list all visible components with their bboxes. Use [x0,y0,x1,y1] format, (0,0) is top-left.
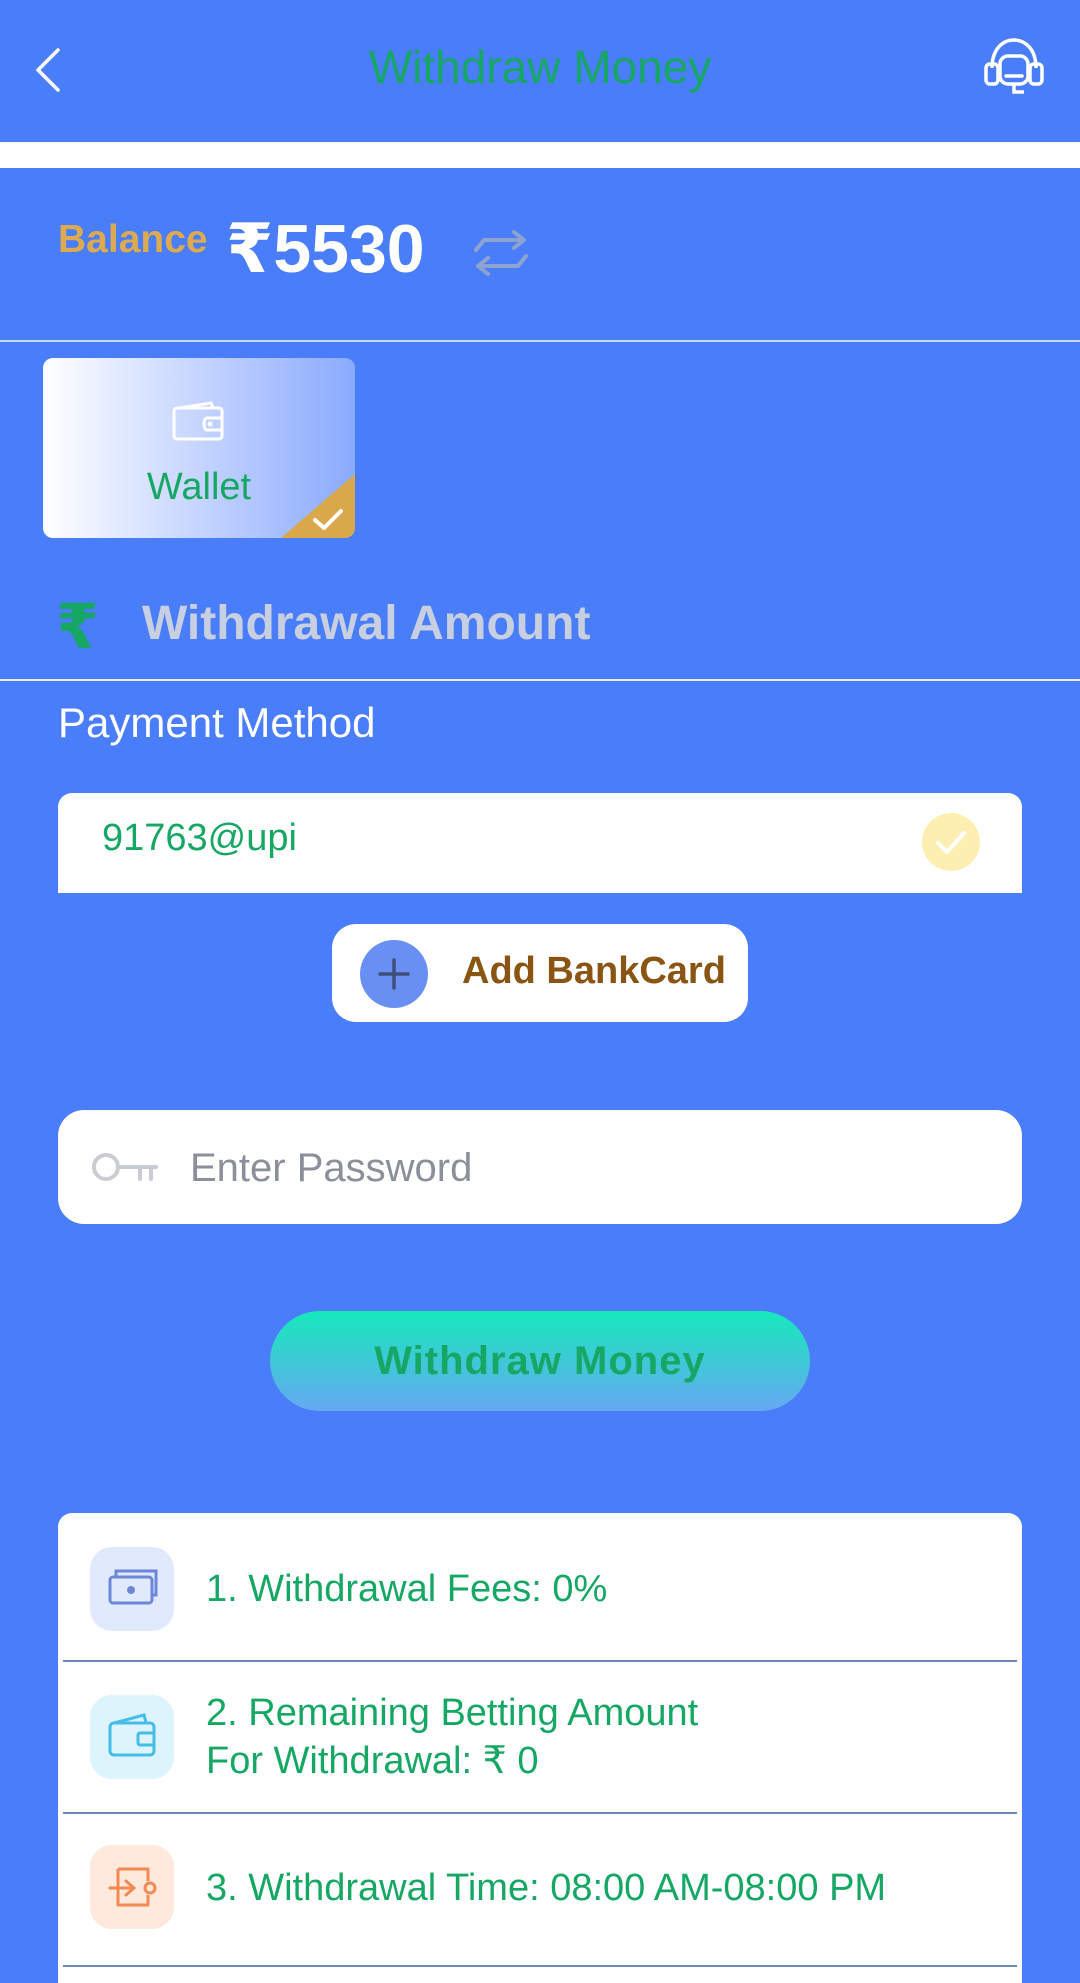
info-time-text: 3. Withdrawal Time: 08:00 AM-08:00 PM [206,1867,887,1909]
withdrawal-info-card: 1. Withdrawal Fees: 0% 2. Remaining Bett… [58,1513,1022,1983]
info-row-fees: 1. Withdrawal Fees: 0% [58,1513,1022,1661]
headset-support-icon[interactable] [982,34,1046,100]
payment-method-label: Payment Method [58,699,376,746]
check-icon [313,509,343,530]
refresh-icon[interactable] [466,226,536,280]
header-separator [0,142,1080,168]
upi-account-option[interactable]: 91763@upi [58,793,1022,893]
time-transfer-icon [90,1845,174,1929]
password-input[interactable] [188,1132,992,1204]
key-icon [92,1153,158,1181]
balance-label: Balance [58,218,208,261]
withdrawal-amount-input[interactable]: Withdrawal Amount [142,596,590,651]
cash-icon [90,1547,174,1631]
withdraw-money-button[interactable]: Withdraw Money [270,1311,810,1411]
wallet-cyan-icon [90,1695,174,1779]
wallet-icon [172,401,224,441]
wallet-option[interactable]: Wallet [43,358,355,538]
info-separator [63,1965,1017,1967]
upi-id: 91763@upi [102,817,297,859]
info-row-betting: 2. Remaining Betting Amount For Withdraw… [58,1662,1022,1812]
add-bankcard-button[interactable]: Add BankCard [332,924,748,1022]
password-field[interactable] [58,1110,1022,1224]
info-row-time: 3. Withdrawal Time: 08:00 AM-08:00 PM [58,1814,1022,1964]
info-betting-line1: 2. Remaining Betting Amount [206,1692,699,1734]
plus-icon [360,940,428,1008]
rupee-icon: ₹ [56,593,100,662]
balance-value: ₹5530 [226,211,425,287]
selected-check-icon [922,813,980,871]
info-betting-text: 2. Remaining Betting Amount For Withdraw… [206,1689,698,1785]
page-title: Withdraw Money [368,41,712,93]
balance-divider [0,340,1080,342]
amount-divider [0,679,1080,681]
add-bankcard-label: Add BankCard [462,950,726,992]
info-betting-line2: For Withdrawal: ₹ 0 [206,1740,539,1782]
info-fees-text: 1. Withdrawal Fees: 0% [206,1568,608,1610]
